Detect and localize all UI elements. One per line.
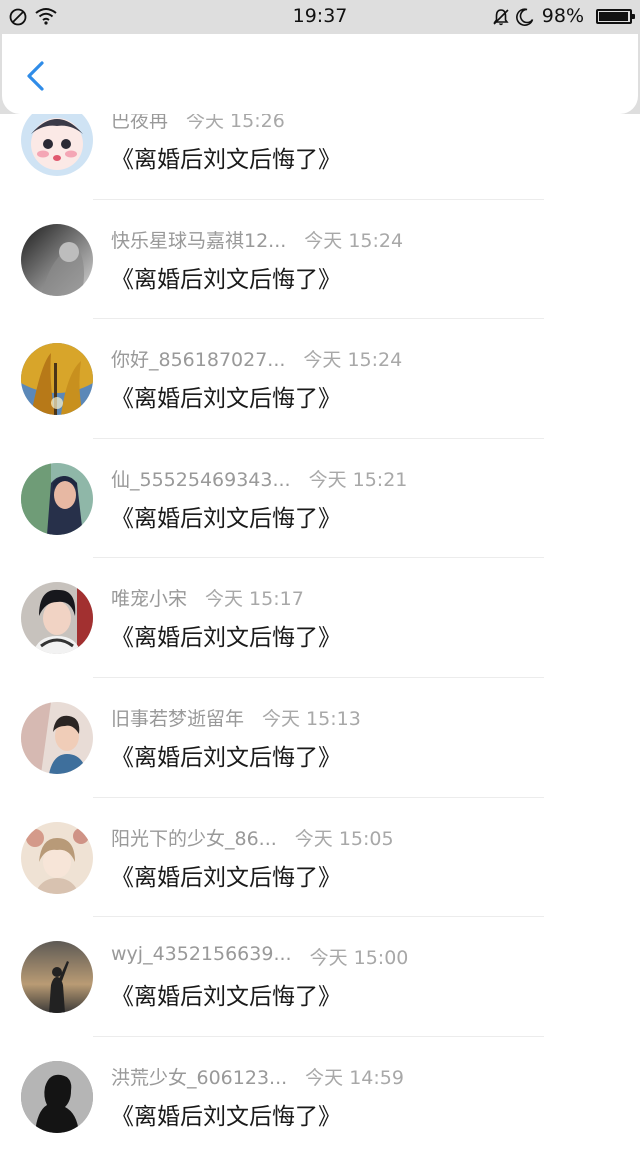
status-bar: 19:37 98% <box>0 0 640 34</box>
comment-text: 《离婚后刘文后悔了》 <box>111 864 341 891</box>
avatar[interactable] <box>21 941 93 1014</box>
user-name[interactable]: 洪荒少女_606123... <box>111 1063 287 1090</box>
avatar[interactable] <box>21 821 93 894</box>
comment-time: 今天 15:24 <box>303 349 403 372</box>
avatar[interactable] <box>21 223 93 296</box>
comment-item[interactable]: 仙_55525469343... 今天 15:21 《离婚后刘文后悔了》 <box>0 439 640 559</box>
header <box>0 34 640 114</box>
comment-time: 今天 14:59 <box>305 1066 404 1089</box>
comment-text: 《离婚后刘文后悔了》 <box>111 1103 341 1130</box>
back-button[interactable] <box>16 56 56 96</box>
comment-list: 巴夜冉 今天 15:26 《离婚后刘文后悔了》 快乐星球马嘉祺12... 今天 … <box>0 80 640 1156</box>
comment-text: 《离婚后刘文后悔了》 <box>111 984 341 1011</box>
battery-icon <box>596 9 635 24</box>
user-name[interactable]: 唯宠小宋 <box>111 584 187 611</box>
user-name[interactable]: 仙_55525469343... <box>111 465 291 492</box>
comment-item[interactable]: 你好_856187027... 今天 15:24 《离婚后刘文后悔了》 <box>0 319 640 439</box>
user-name[interactable]: 快乐星球马嘉祺12... <box>111 226 286 253</box>
comment-text: 《离婚后刘文后悔了》 <box>111 744 341 771</box>
comment-text: 《离婚后刘文后悔了》 <box>111 147 341 173</box>
comment-time: 今天 15:21 <box>308 468 408 491</box>
avatar[interactable] <box>21 582 93 655</box>
user-name[interactable]: 阳光下的少女_86... <box>111 824 277 851</box>
battery-percent: 98% <box>541 5 584 27</box>
comment-item[interactable]: wyj_4352156639... 今天 15:00 《离婚后刘文后悔了》 <box>0 917 640 1037</box>
comment-time: 今天 15:13 <box>262 707 361 730</box>
comment-item[interactable]: 洪荒少女_606123... 今天 14:59 《离婚后刘文后悔了》 <box>0 1037 640 1156</box>
comment-time: 今天 15:24 <box>304 229 404 252</box>
bell-muted-icon <box>493 9 509 26</box>
comment-text: 《离婚后刘文后悔了》 <box>111 625 341 652</box>
battery-level <box>599 12 628 21</box>
comment-text: 《离婚后刘文后悔了》 <box>111 505 341 532</box>
comment-time: 今天 15:17 <box>205 588 304 611</box>
avatar[interactable] <box>21 462 93 535</box>
comment-item[interactable]: 唯宠小宋 今天 15:17 《离婚后刘文后悔了》 <box>0 558 640 678</box>
user-name[interactable]: 旧事若梦逝留年 <box>111 704 244 731</box>
avatar[interactable] <box>21 701 93 774</box>
comment-time: 今天 15:05 <box>294 827 394 850</box>
comment-item[interactable]: 旧事若梦逝留年 今天 15:13 《离婚后刘文后悔了》 <box>0 678 640 798</box>
avatar[interactable] <box>21 343 93 416</box>
avatar[interactable] <box>21 1060 93 1133</box>
chevron-left-icon <box>27 61 44 91</box>
comment-text: 《离婚后刘文后悔了》 <box>111 386 341 413</box>
user-name[interactable]: wyj_4352156639... <box>111 943 292 965</box>
comment-time: 今天 15:00 <box>309 947 409 970</box>
avatar[interactable] <box>21 104 93 176</box>
user-name[interactable]: 你好_856187027... <box>111 345 285 372</box>
comment-text: 《离婚后刘文后悔了》 <box>111 266 341 293</box>
header-bar <box>2 34 638 114</box>
moon-icon <box>516 8 534 26</box>
comment-item[interactable]: 快乐星球马嘉祺12... 今天 15:24 《离婚后刘文后悔了》 <box>0 200 640 320</box>
comment-item[interactable]: 阳光下的少女_86... 今天 15:05 《离婚后刘文后悔了》 <box>0 798 640 918</box>
